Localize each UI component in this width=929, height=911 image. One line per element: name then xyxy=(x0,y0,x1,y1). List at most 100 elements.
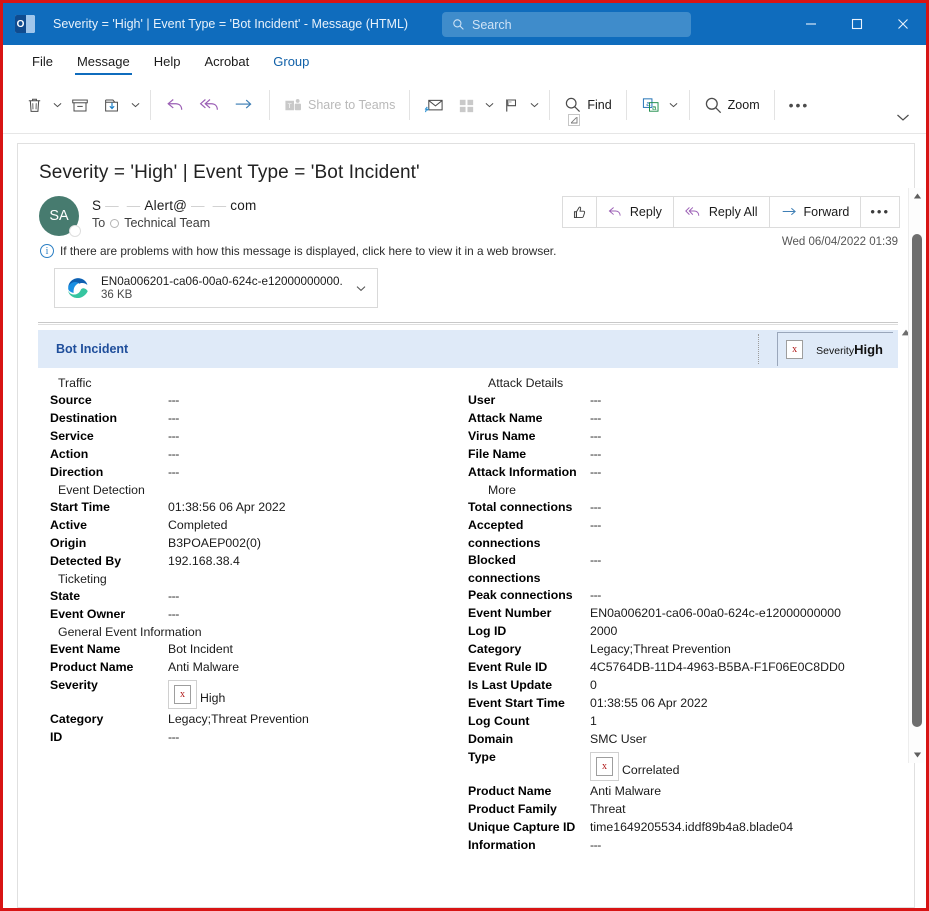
like-button[interactable] xyxy=(562,196,597,228)
field-key: Category xyxy=(468,641,590,659)
field-value: Legacy;Threat Prevention xyxy=(590,641,731,659)
tab-file[interactable]: File xyxy=(21,45,64,77)
archive-button[interactable] xyxy=(64,88,96,122)
share-to-teams-button[interactable]: T Share to Teams xyxy=(278,88,401,122)
incident-banner: Bot Incident x SeverityHigh xyxy=(38,330,898,368)
toolbar-group-respond xyxy=(159,77,261,133)
ellipsis-icon: ••• xyxy=(789,97,810,113)
scroll-up-button[interactable] xyxy=(909,188,925,204)
field-value: 4C5764DB-11D4-4963-B5BA-F1F06E0C8DD0 xyxy=(590,659,845,677)
reply-button[interactable] xyxy=(159,88,193,122)
close-button[interactable] xyxy=(880,3,926,45)
categorize-button[interactable] xyxy=(451,88,482,122)
zoom-magnifier-icon xyxy=(704,96,723,115)
recipient-name[interactable]: Technical Team xyxy=(124,216,210,230)
field-row: Start Time 01:38:56 06 Apr 2022 xyxy=(38,499,468,517)
field-value: --- xyxy=(168,392,179,410)
field-value: --- xyxy=(590,392,601,410)
translate-button[interactable]: a a xyxy=(635,88,667,122)
field-key: Is Last Update xyxy=(468,677,590,695)
details-right-column: Attack Details User --- Attack Name --- … xyxy=(468,375,898,855)
section-heading: More xyxy=(468,482,898,499)
reply-all-button[interactable] xyxy=(193,88,227,122)
sender-text: S ― ― Alert@ ― ― com To Technical Team xyxy=(92,196,256,230)
attachment-item[interactable]: EN0a006201-ca06-00a0-624c-e12000000000.m… xyxy=(54,268,378,308)
reply-button[interactable]: Reply xyxy=(596,196,674,228)
details-left-column: Traffic Source --- Destination --- Servi… xyxy=(38,375,468,855)
message-date: Wed 06/04/2022 01:39 xyxy=(782,236,898,248)
follow-up-flag-button[interactable] xyxy=(496,88,527,122)
translate-dropdown-button[interactable] xyxy=(667,88,681,122)
sender-address-prefix: S xyxy=(92,198,101,213)
forward-button[interactable]: Forward xyxy=(769,196,862,228)
triangle-up-icon xyxy=(913,193,922,199)
field-value: Legacy;Threat Prevention xyxy=(168,711,309,729)
field-value: --- xyxy=(590,464,601,482)
avatar[interactable]: SA xyxy=(39,196,79,236)
field-value: --- xyxy=(590,587,601,605)
more-commands-button[interactable]: ••• xyxy=(783,88,816,122)
move-to-dropdown-button[interactable] xyxy=(128,88,142,122)
chevron-down-icon xyxy=(530,102,539,108)
more-actions-button[interactable]: ••• xyxy=(860,196,900,228)
tab-acrobat[interactable]: Acrobat xyxy=(193,45,260,77)
field-row-severity: Severity x High xyxy=(38,677,468,711)
trash-icon xyxy=(25,96,44,115)
maximize-icon xyxy=(851,18,863,30)
message-subject: Severity = 'High' | Event Type = 'Bot In… xyxy=(18,144,914,184)
follow-up-dropdown-button[interactable] xyxy=(527,88,541,122)
field-row: Unique Capture ID time1649205534.iddf89b… xyxy=(468,819,898,837)
field-key: ID xyxy=(38,729,168,747)
chevron-down-icon xyxy=(131,102,140,108)
categorize-dropdown-button[interactable] xyxy=(482,88,496,122)
field-value: Completed xyxy=(168,517,227,535)
field-row: State --- xyxy=(38,588,468,606)
field-row: Virus Name --- xyxy=(468,428,898,446)
field-key: Type xyxy=(468,749,590,767)
info-icon: i xyxy=(40,244,54,258)
tags-dialog-launcher[interactable] xyxy=(568,113,580,125)
zoom-button[interactable]: Zoom xyxy=(698,88,766,122)
reading-pane: Severity = 'High' | Event Type = 'Bot In… xyxy=(17,143,915,908)
toolbar-divider xyxy=(150,90,151,120)
field-value: --- xyxy=(590,837,601,855)
ribbon-expand-button[interactable] xyxy=(896,109,912,125)
mark-unread-button[interactable] xyxy=(418,88,451,122)
scrollbar-thumb[interactable] xyxy=(912,234,922,727)
web-view-infobar[interactable]: i If there are problems with how this me… xyxy=(18,242,914,258)
reply-icon xyxy=(608,205,624,219)
section-heading: Attack Details xyxy=(468,375,898,392)
sender-address-suffix: com xyxy=(230,198,256,213)
forward-button[interactable] xyxy=(227,88,261,122)
move-to-button[interactable] xyxy=(96,88,128,122)
delete-dropdown-button[interactable] xyxy=(50,88,64,122)
tab-message[interactable]: Message xyxy=(66,45,141,77)
search-icon xyxy=(564,96,582,114)
field-row: Product Name Anti Malware xyxy=(468,783,898,801)
field-key: Unique Capture ID xyxy=(468,819,590,837)
delete-button[interactable] xyxy=(19,88,50,122)
toolbar-group-tags xyxy=(418,77,541,133)
tab-help[interactable]: Help xyxy=(143,45,192,77)
maximize-button[interactable] xyxy=(834,3,880,45)
attachment-dropdown-button[interactable] xyxy=(353,285,369,292)
field-key: Category xyxy=(38,711,168,729)
field-value: Threat xyxy=(590,801,626,819)
scroll-down-button[interactable] xyxy=(909,747,925,763)
field-key: Event Number xyxy=(468,605,590,623)
field-key: Detected By xyxy=(38,553,168,571)
attachment-meta: EN0a006201-ca06-00a0-624c-e12000000000.m… xyxy=(101,275,343,301)
reply-all-button[interactable]: Reply All xyxy=(673,196,770,228)
field-value: SMC User xyxy=(590,731,647,749)
attachment-size: 36 KB xyxy=(101,289,343,301)
message-actions: Reply Reply All Forward xyxy=(563,196,900,228)
minimize-button[interactable] xyxy=(788,3,834,45)
search-input[interactable]: Search xyxy=(442,12,691,37)
chevron-down-icon xyxy=(896,113,910,122)
field-key: Active xyxy=(38,517,168,535)
reading-pane-scrollbar[interactable] xyxy=(908,188,924,763)
sender-address[interactable]: S ― ― Alert@ ― ― com xyxy=(92,198,256,213)
field-row-type: Type x Correlated xyxy=(468,749,898,783)
field-value: Bot Incident xyxy=(168,641,233,659)
tab-group[interactable]: Group xyxy=(262,45,320,77)
